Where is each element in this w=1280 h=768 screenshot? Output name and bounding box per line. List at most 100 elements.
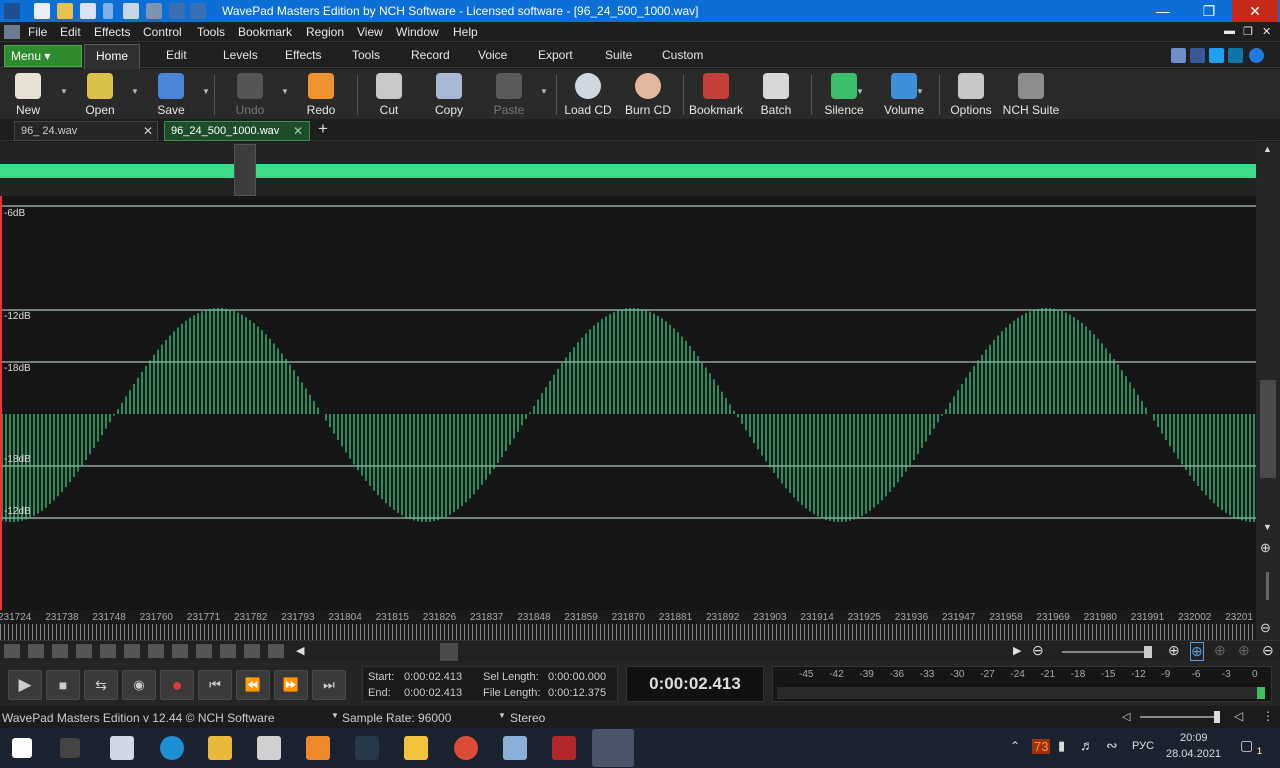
mdi-restore-icon[interactable]: ❐ [1243,25,1253,38]
menu-bookmark[interactable]: Bookmark [238,25,292,39]
zoom-fit-icon[interactable]: ⊕ [1190,642,1204,661]
view-tool-icon[interactable] [100,644,116,658]
tab-record[interactable]: Record [411,48,450,62]
view-tool-icon[interactable] [268,644,284,658]
paste-icon[interactable] [146,3,162,19]
zoom-in-icon[interactable]: ⊕ [1168,642,1180,659]
menu-region[interactable]: Region [306,25,344,39]
copy-button[interactable]: Copy [419,71,479,117]
cut-icon[interactable] [103,3,113,19]
zoom-in-vertical-icon[interactable]: ⊕ [1260,540,1271,556]
redo-icon[interactable] [190,3,206,19]
copy-icon[interactable] [123,3,139,19]
view-tool-icon[interactable] [52,644,68,658]
vertical-scrollbar[interactable]: ▲ ▼ ⊕ [1256,142,1280,610]
menu-effects[interactable]: Effects [94,25,130,39]
cut-button[interactable]: Cut [359,71,419,117]
media-player-icon[interactable] [306,736,330,760]
paste-dropdown-icon[interactable]: ▼ [540,87,548,96]
minimize-button[interactable]: — [1140,0,1186,22]
help-icon[interactable] [1249,48,1264,63]
silence-dropdown-icon[interactable]: ▼ [856,87,864,96]
speaker-icon[interactable]: ♬ [1080,737,1094,753]
zoom-full-icon[interactable]: ⊕ [1238,642,1250,659]
file-tab-96-24[interactable]: 96_ 24.wav ✕ [14,121,158,141]
language-indicator[interactable]: РУС [1132,740,1154,752]
edge-icon[interactable] [160,736,184,760]
view-tool-icon[interactable] [172,644,188,658]
batch-button[interactable]: Batch [746,71,806,117]
view-tool-icon[interactable] [148,644,164,658]
tab-levels[interactable]: Levels [223,48,258,62]
taskbar-app-icon[interactable] [552,736,576,760]
clock-time[interactable]: 20:09 [1180,732,1208,744]
undo-button[interactable]: Undo [220,71,280,117]
vertical-zoom-slider[interactable] [1266,572,1269,600]
go-start-button[interactable]: ⏮ [198,670,232,700]
tab-export[interactable]: Export [538,48,573,62]
waveform-view[interactable]: -6dB -12dB -18dB -18dB -12dB [0,196,1256,610]
mail-icon[interactable] [404,736,428,760]
bookmark-button[interactable]: Bookmark [686,71,746,117]
options-button[interactable]: Options [941,71,1001,117]
new-button[interactable]: New [0,71,58,117]
menu-window[interactable]: Window [396,25,439,39]
tab-suite[interactable]: Suite [605,48,632,62]
menu-tools[interactable]: Tools [197,25,225,39]
taskbar-app-icon[interactable] [110,736,134,760]
view-tool-icon[interactable] [76,644,92,658]
volume-slider[interactable] [1140,716,1220,718]
overview-view-handle[interactable] [234,144,256,196]
undo-icon[interactable] [169,3,185,19]
zoom-selection-icon[interactable]: ⊕ [1214,642,1226,659]
volume-button[interactable]: Volume [874,71,934,117]
burn-cd-button[interactable]: Burn CD [618,71,678,117]
zoom-out-icon[interactable]: ⊖ [1032,642,1044,659]
save-button[interactable]: Save [141,71,201,117]
nch-suite-button[interactable]: NCH Suite [1001,71,1061,117]
view-tool-icon[interactable] [196,644,212,658]
mdi-close-icon[interactable]: ✕ [1262,25,1271,38]
notification-icon[interactable]: ▢ [1240,737,1253,754]
load-cd-button[interactable]: Load CD [558,71,618,117]
loop-button[interactable]: ⇆ [84,670,118,700]
close-tab-icon[interactable]: ✕ [143,122,153,140]
zoom-out-vertical-icon[interactable]: ⊖ [1260,620,1271,636]
sample-rate-dropdown-icon[interactable]: ▼ [331,711,339,720]
scroll-thumb[interactable] [1260,380,1276,478]
close-button[interactable]: ✕ [1232,0,1278,22]
tab-voice[interactable]: Voice [478,48,507,62]
open-dropdown-icon[interactable]: ▼ [131,87,139,96]
add-tab-icon[interactable]: + [318,119,328,139]
horizontal-scroll-thumb[interactable] [440,643,458,661]
scroll-right-icon[interactable]: ▶ [1013,644,1021,657]
silence-button[interactable]: Silence [814,71,874,117]
wifi-icon[interactable]: ∾ [1106,737,1118,754]
taskbar-app-icon[interactable] [355,736,379,760]
menu-edit[interactable]: Edit [60,25,81,39]
explorer-icon[interactable] [208,736,232,760]
linkedin-icon[interactable] [1228,48,1243,63]
paste-button[interactable]: Paste [479,71,539,117]
overview-strip[interactable] [0,142,1256,196]
twitter-icon[interactable] [1209,48,1224,63]
menu-button[interactable]: Menu ▾ [4,45,82,67]
zoom-slider-thumb[interactable] [1144,646,1152,658]
start-icon[interactable] [12,738,32,758]
zoom-reset-icon[interactable]: ⊖ [1262,642,1274,659]
fast-forward-button[interactable]: ⏩ [274,670,308,700]
paint-icon[interactable] [503,736,527,760]
tab-edit[interactable]: Edit [166,48,187,62]
tab-tools[interactable]: Tools [352,48,380,62]
sample-rate[interactable]: Sample Rate: 96000 [342,711,451,725]
scrub-button[interactable]: ◉ [122,670,156,700]
scroll-up-icon[interactable]: ▲ [1263,144,1272,154]
new-dropdown-icon[interactable]: ▼ [60,87,68,96]
open-button[interactable]: Open [70,71,130,117]
file-tab-active[interactable]: 96_24_500_1000.wav ✕ [164,121,310,141]
open-icon[interactable] [57,3,73,19]
facebook-icon[interactable] [1190,48,1205,63]
view-tool-icon[interactable] [124,644,140,658]
new-icon[interactable] [34,3,50,19]
close-tab-icon[interactable]: ✕ [293,122,303,140]
